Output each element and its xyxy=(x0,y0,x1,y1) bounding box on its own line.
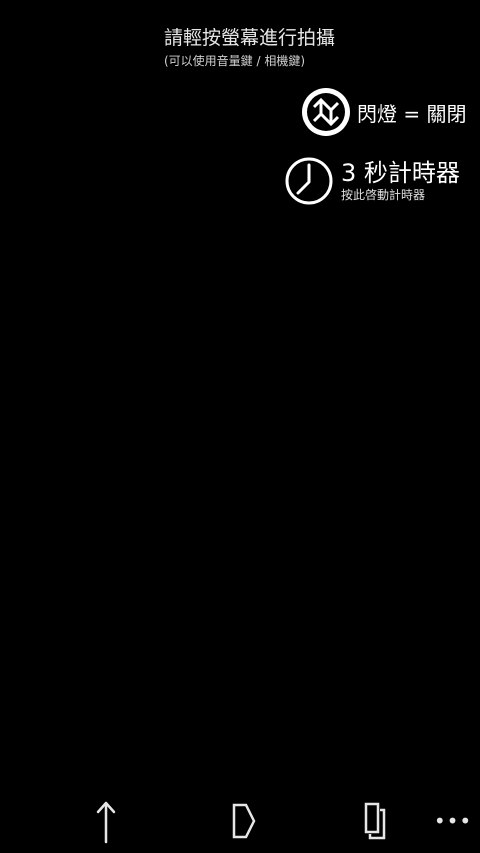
timer-label: 3 秒計時器 xyxy=(341,159,460,187)
clock-icon xyxy=(285,157,333,205)
timer-text-block: 3 秒計時器 按此啓動計時器 xyxy=(341,159,460,203)
copy-pages-icon xyxy=(364,802,386,840)
upload-button[interactable] xyxy=(84,797,132,845)
upload-arrow-icon xyxy=(96,801,116,844)
instruction-text: 請輕按螢幕進行拍攝 xyxy=(164,27,336,49)
tag-button[interactable] xyxy=(218,797,266,845)
instruction-block: 請輕按螢幕進行拍攝 (可以使用音量鍵 / 相機鍵) xyxy=(164,26,464,69)
timer-hint: 按此啓動計時器 xyxy=(341,188,426,202)
timer-toggle[interactable]: 3 秒計時器 按此啓動計時器 xyxy=(284,155,460,207)
instruction-subtext: (可以使用音量鍵 / 相機鍵) xyxy=(164,54,306,68)
flash-label: 閃燈 = 關閉 xyxy=(357,101,467,126)
copy-button[interactable] xyxy=(350,797,398,845)
flash-toggle[interactable]: 閃燈 = 關閉 xyxy=(300,86,466,138)
camera-viewfinder[interactable]: 請輕按螢幕進行拍攝 (可以使用音量鍵 / 相機鍵) 閃燈 = 關閉 3 秒計時器… xyxy=(0,0,480,853)
more-options-button[interactable]: ••• xyxy=(434,801,471,841)
app-bar: ••• xyxy=(0,793,480,853)
flash-icon xyxy=(302,88,350,136)
tag-icon xyxy=(232,803,256,839)
